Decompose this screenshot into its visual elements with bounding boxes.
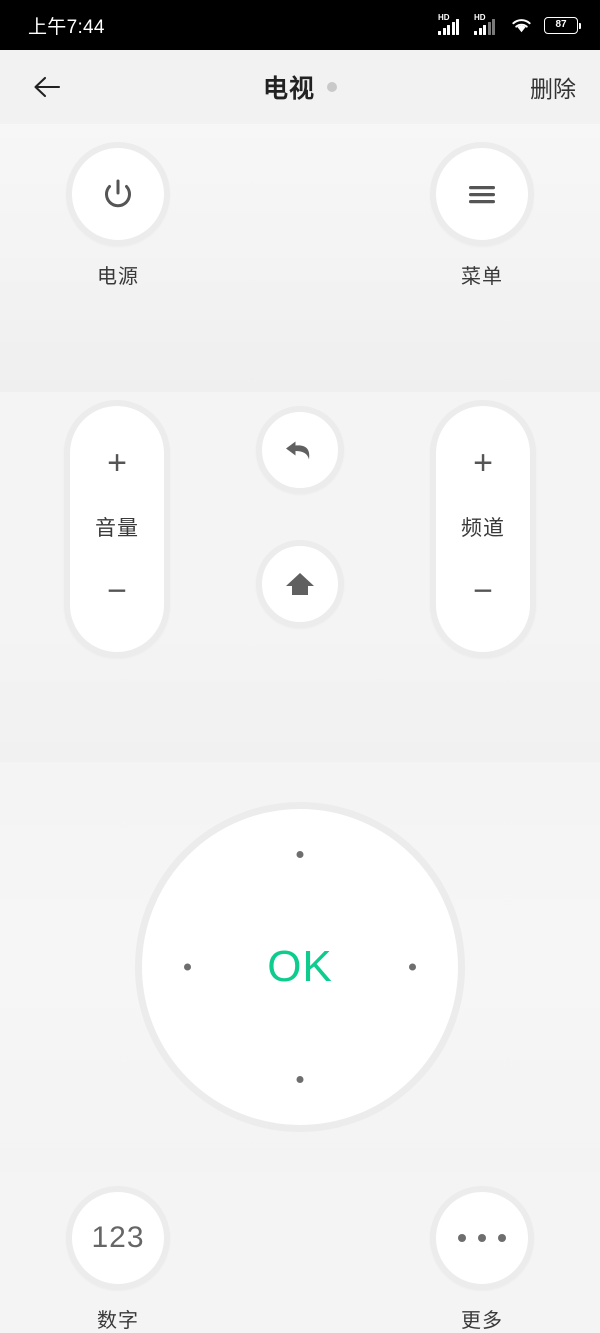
channel-control[interactable]: + 频道 − [430,400,536,658]
back-arrow-icon[interactable] [24,64,70,110]
power-button-label: 电源 [97,266,139,288]
channel-label: 频道 [461,517,505,540]
volume-down-button[interactable]: − [107,574,127,608]
three-dots-icon [458,1234,506,1242]
numbers-button-cell: 123 数字 [66,1186,170,1333]
ok-label: OK [267,942,333,991]
more-button-cell: 更多 [430,1186,534,1333]
battery-icon: 87 [544,16,581,34]
volume-channel-section: + 音量 − + 频道 − [0,392,600,762]
return-arrow-icon [281,434,319,466]
hd-signal-icon: HD [438,14,465,35]
menu-button-label: 菜单 [461,266,503,288]
power-button-cell: 电源 [66,142,170,289]
more-button-label: 更多 [461,1310,503,1332]
status-badge [327,82,337,92]
status-icon-group: HD HD 87 [438,14,581,35]
app-header: 电视 删除 [0,50,600,124]
dpad-up-dot[interactable] [296,851,304,858]
page-title: 电视 [262,75,315,103]
page-title-group: 电视 [0,50,600,124]
return-button[interactable] [256,406,344,494]
extra-keys-section: 123 数字 更多 [0,1172,600,1333]
volume-label: 音量 [95,517,139,540]
channel-up-button[interactable]: + [473,446,493,480]
wifi-icon [510,16,533,34]
hd-signal-icon: HD [474,14,501,35]
center-nav-group [256,400,344,628]
power-button[interactable] [66,142,170,246]
hamburger-menu-icon [464,180,500,208]
dpad-down-dot[interactable] [296,1076,304,1083]
status-time: 上午7:44 [28,16,105,38]
channel-down-button[interactable]: − [473,574,493,608]
menu-button-cell: 菜单 [430,142,534,289]
dpad-section: OK [0,762,600,1172]
volume-up-button[interactable]: + [107,446,127,480]
menu-button[interactable] [430,142,534,246]
numbers-button[interactable]: 123 [66,1186,170,1290]
power-menu-section: 电源 菜单 [0,124,600,392]
volume-control[interactable]: + 音量 − [64,400,170,658]
remote-body: 电源 菜单 + 音量 − + 频道 − OK 123 数字 更多 [0,124,600,1333]
status-bar: 上午7:44 HD HD 87 [0,0,600,50]
numeric-123-icon: 123 [91,1221,145,1254]
up-arrow-home-icon [283,567,317,601]
delete-button[interactable]: 删除 [530,70,576,104]
dpad-right-dot[interactable] [409,963,416,971]
dpad-ok-button[interactable]: OK [135,802,465,1132]
home-button[interactable] [256,540,344,628]
dpad-left-dot[interactable] [184,963,191,971]
numbers-button-label: 数字 [97,1310,139,1332]
more-button[interactable] [430,1186,534,1290]
power-icon [100,176,136,212]
remote-control-screen: 上午7:44 HD HD 87 电视 删除 电源 菜单 + 音量 − + 频道 … [0,0,600,1333]
